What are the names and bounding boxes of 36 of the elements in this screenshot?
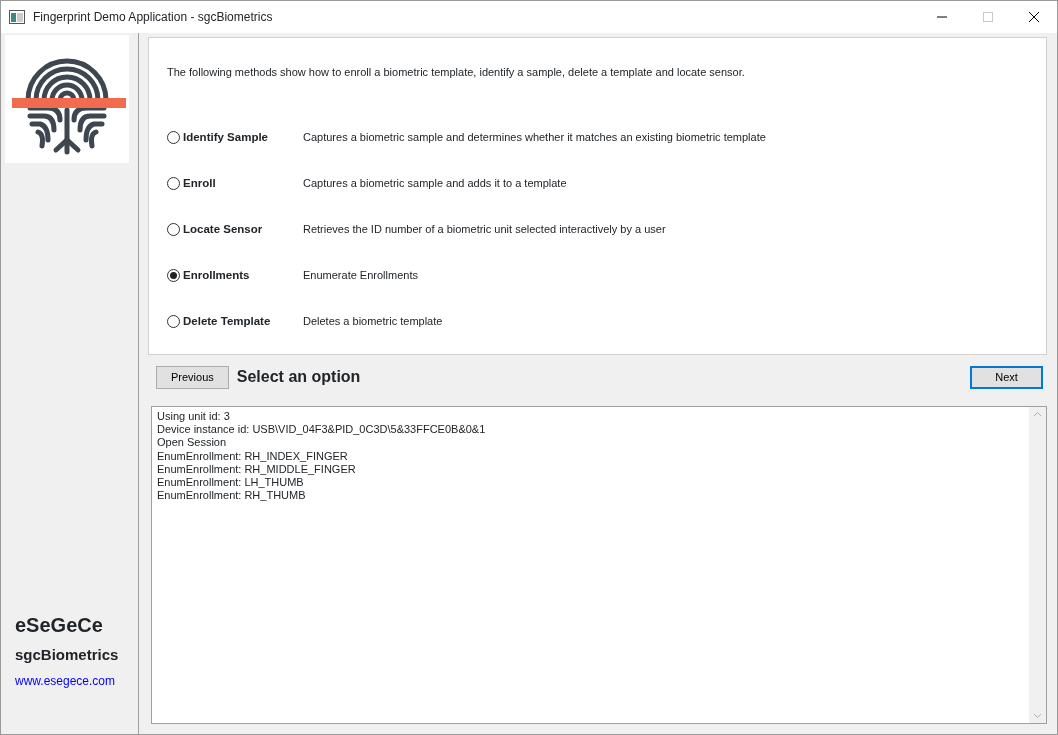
option-label[interactable]: Delete Template [183, 312, 271, 331]
log-line: EnumEnrollment: RH_THUMB [157, 489, 306, 503]
radio-button[interactable] [167, 177, 180, 190]
product-name: sgcBiometrics [15, 644, 120, 665]
log-line: EnumEnrollment: RH_MIDDLE_FINGER [157, 462, 356, 476]
option-label[interactable]: Enroll [183, 174, 216, 193]
log-line: EnumEnrollment: RH_INDEX_FINGER [157, 449, 348, 463]
log-line: Using unit id: 3 [157, 410, 230, 424]
intro-text: The following methods show how to enroll a biometric template, identify a sample, delete a template and locate sensor. [167, 65, 746, 80]
website-link[interactable]: www.esegece.com [15, 672, 138, 690]
next-button[interactable]: Next [970, 365, 1043, 389]
option-label[interactable]: Locate Sensor [183, 220, 263, 239]
option-description: Deletes a biometric template [303, 314, 443, 330]
log-line: EnumEnrollment: LH_THUMB [157, 476, 304, 490]
company-name: eSeGeCe [15, 612, 104, 638]
close-icon [1028, 11, 1040, 23]
radio-button[interactable] [167, 269, 180, 282]
radio-button[interactable] [167, 315, 180, 328]
window-title: Fingerprint Demo Application - sgcBiometrics [33, 9, 274, 26]
maximize-icon [982, 11, 994, 23]
option-label[interactable]: Enrollments [183, 266, 250, 285]
option-label[interactable]: Identify Sample [183, 128, 268, 147]
option-description: Retrieves the ID number of a biometric unit selected interactively by a user [303, 222, 666, 238]
scroll-up-icon[interactable] [1033, 411, 1042, 417]
option-description: Enumerate Enrollments [303, 268, 418, 284]
log-line: Device instance id: USB\VID_04F3&PID_0C3D\5&33FFCE0B&0&1 [157, 423, 486, 437]
option-description: Captures a biometric sample and determines whether it matches an existing biometric template [303, 130, 766, 146]
step-heading: Select an option [236, 367, 362, 387]
log-line: Open Session [157, 436, 227, 450]
radio-button[interactable] [167, 223, 180, 236]
app-icon [9, 10, 25, 24]
scroll-down-icon[interactable] [1033, 713, 1042, 719]
option-description: Captures a biometric sample and adds it to a template [303, 176, 567, 192]
scrollbar[interactable] [1029, 407, 1046, 723]
radio-button[interactable] [167, 131, 180, 144]
previous-button[interactable]: Previous [156, 365, 229, 389]
